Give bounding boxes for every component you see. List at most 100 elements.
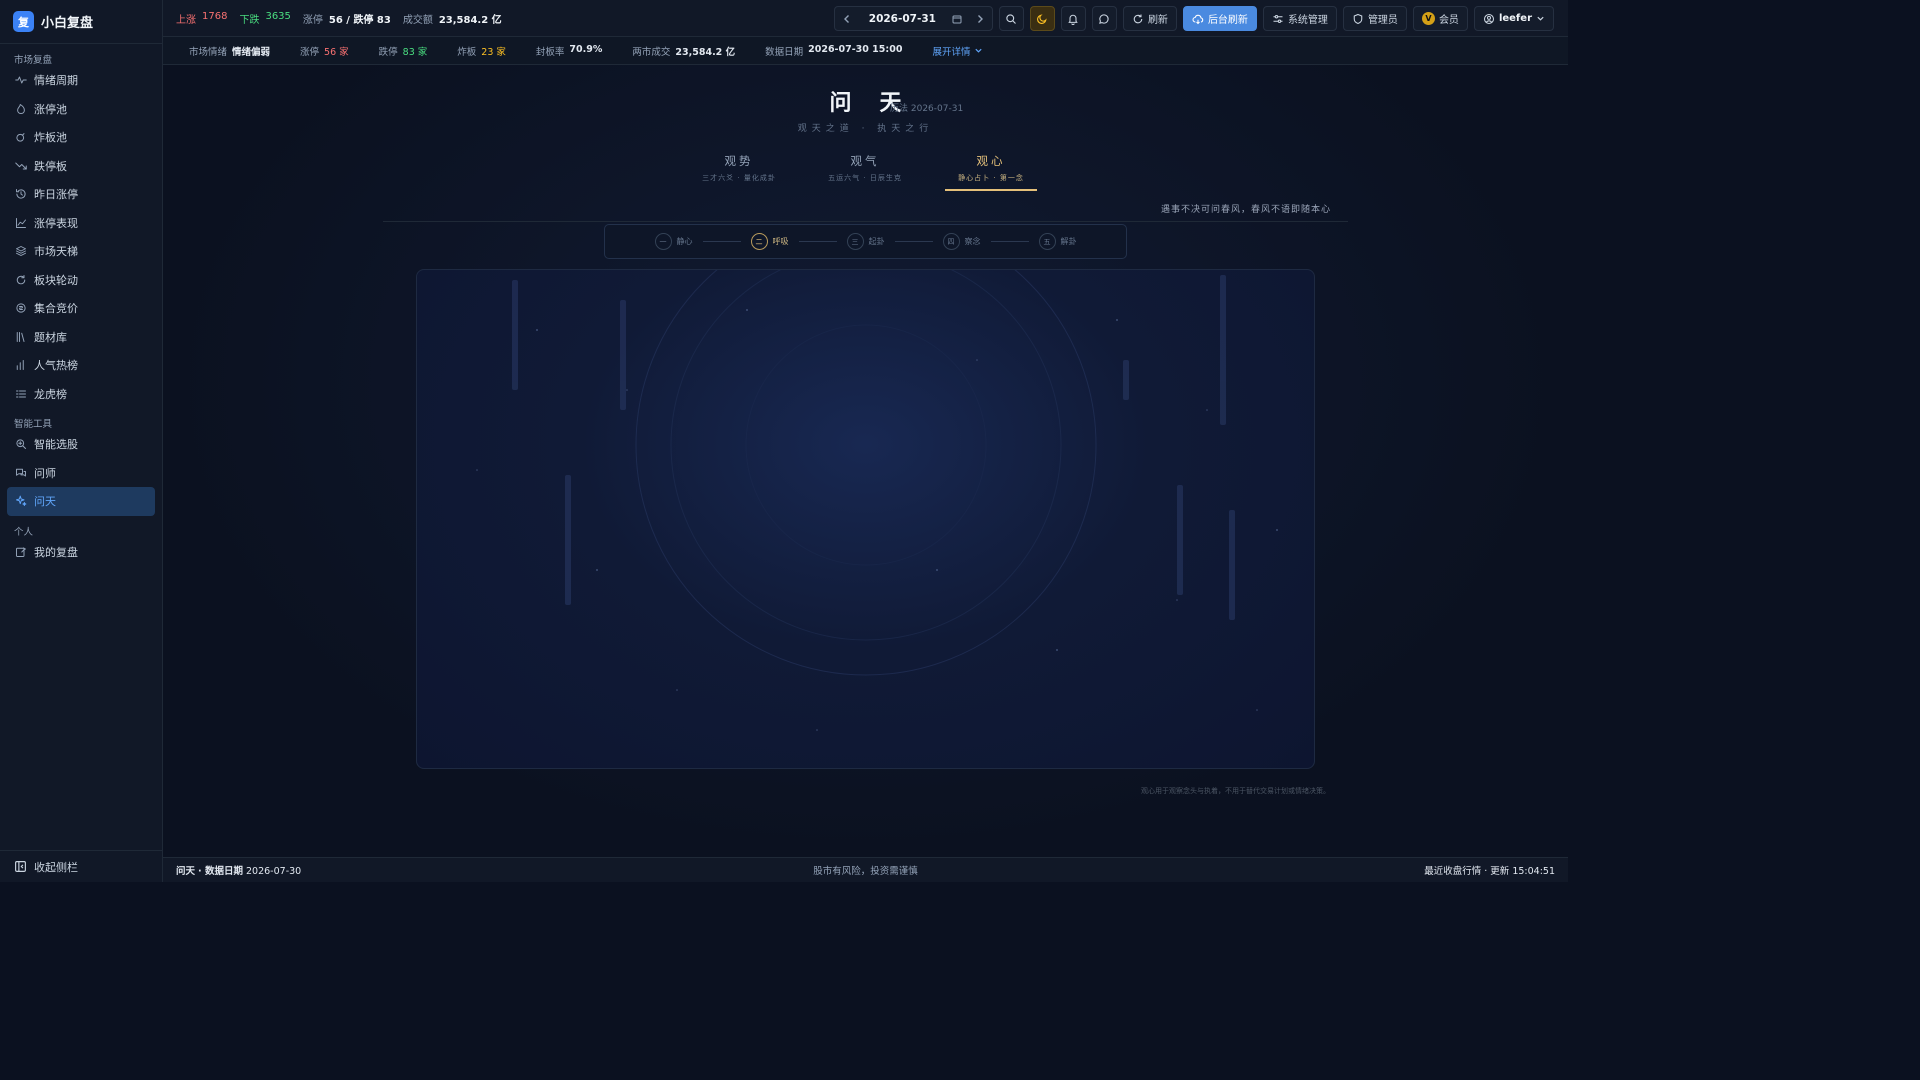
prev-date-button[interactable] (835, 14, 859, 24)
sidebar-item-label: 情绪周期 (34, 74, 78, 88)
mode-tab[interactable]: 观心 静心占卜 · 第一念 (945, 153, 1037, 191)
step-progress: 一 静心 二 呼吸 三 起卦 四 察念 五 解卦 (604, 224, 1127, 259)
step-item[interactable]: 一 静心 (654, 233, 693, 250)
sidebar-item[interactable]: 题材库 (7, 323, 155, 352)
sidebar-item[interactable]: 涨停表现 (7, 209, 155, 238)
footer-update-time: 最近收盘行情 · 更新 15:04:51 (1424, 866, 1555, 877)
footer-left: 问天 · 数据日期 2026-07-30 (163, 863, 301, 877)
step-number: 四 (942, 233, 960, 250)
bomb-icon (15, 131, 27, 143)
shield-icon (1353, 13, 1363, 24)
page-header: 问天 (163, 85, 1568, 117)
sidebar-item[interactable]: 龙虎榜 (7, 380, 155, 409)
step-connector (990, 241, 1029, 242)
sidebar-item[interactable]: 炸板池 (7, 123, 155, 152)
mode-tab[interactable]: 观势 三才六爻 · 量化成卦 (693, 153, 785, 191)
sidebar-item-label: 集合竞价 (34, 302, 78, 316)
history-icon (15, 188, 27, 200)
sidebar-item-label: 昨日涨停 (34, 188, 78, 202)
sidebar-item[interactable]: 人气热榜 (7, 351, 155, 380)
refresh-button[interactable]: 刷新 (1122, 6, 1177, 31)
sidebar-item[interactable]: 集合竞价 (7, 294, 155, 323)
cloud-refresh-icon (1192, 14, 1204, 24)
user-menu-button[interactable]: leefer (1473, 6, 1554, 31)
step-item[interactable]: 二 呼吸 (750, 233, 789, 250)
messages-button[interactable] (1091, 6, 1117, 31)
sidebar-item[interactable]: 问师 (7, 459, 155, 488)
step-label: 起卦 (868, 237, 885, 246)
background-refresh-button[interactable]: 后台刷新 (1182, 6, 1257, 31)
footer-date: 2026-07-30 (246, 866, 302, 877)
market-stats: 上涨 1768 下跌 3635 涨停 56 / 跌停 83 成交额 23,584… (163, 11, 502, 26)
brand-name: 小白复盘 (41, 16, 94, 31)
stat-volume-value: 23,584.2 亿 (438, 14, 502, 26)
next-date-button[interactable] (968, 14, 992, 24)
sidebar-item-label: 我的复盘 (34, 545, 78, 559)
stat-volume-label: 成交额 (402, 14, 433, 26)
sidebar: 复 小白复盘 市场复盘 情绪周期 涨停池 炸板池 跌停板 昨日涨停 涨停表现 市场天梯 板块轮动… (0, 0, 163, 882)
theme-toggle-button[interactable] (1029, 6, 1055, 31)
meditation-canvas[interactable] (416, 269, 1315, 769)
brand-logo: 复 (13, 11, 34, 32)
header-divider (383, 221, 1348, 222)
chat-bubble-icon (1099, 13, 1110, 24)
sidebar-item-label: 跌停板 (34, 159, 67, 173)
sidebar-item[interactable]: 昨日涨停 (7, 180, 155, 209)
step-number: 五 (1038, 233, 1056, 250)
coins-icon (15, 302, 27, 314)
collapse-label: 收起侧栏 (34, 860, 78, 874)
calendar-button[interactable] (946, 14, 968, 24)
step-label: 察念 (964, 237, 981, 246)
system-management-button[interactable]: 系统管理 (1262, 6, 1337, 31)
step-item[interactable]: 三 起卦 (846, 233, 885, 250)
refresh-icon (15, 274, 27, 286)
quote-text: 遇事不决可问春风，春风不语即随本心 (1160, 205, 1331, 215)
sidebar-item[interactable]: 市场天梯 (7, 237, 155, 266)
main-content: 问天 历法 2026-07-31 观天之道 · 执天之行 观势 三才六爻 · 量… (163, 65, 1568, 857)
stat-limit-value: 56 / 跌停 83 (328, 14, 391, 26)
notifications-button[interactable] (1060, 6, 1086, 31)
sidebar-item[interactable]: 跌停板 (7, 152, 155, 181)
sidebar-item[interactable]: 情绪周期 (7, 66, 155, 95)
brand[interactable]: 复 小白复盘 (0, 0, 162, 44)
topbar: 上涨 1768 下跌 3635 涨停 56 / 跌停 83 成交额 23,584… (163, 0, 1568, 37)
sidebar-item[interactable]: 智能选股 (7, 430, 155, 459)
step-item[interactable]: 五 解卦 (1038, 233, 1077, 250)
pulse-icon (15, 74, 27, 86)
data-date-label: 数据日期 (765, 46, 804, 58)
stat-limit-label: 涨停 (302, 14, 323, 26)
background-refresh-label: 后台刷新 (1207, 15, 1248, 26)
calendar-icon (952, 15, 962, 23)
edit-icon (15, 546, 27, 558)
up-limit-value: 56 家 (324, 46, 349, 58)
username: leefer (1498, 13, 1532, 24)
library-icon (15, 331, 27, 343)
search-button[interactable] (998, 6, 1024, 31)
stat-volume: 成交额 23,584.2 亿 (403, 11, 502, 26)
sidebar-item-label: 涨停池 (34, 102, 67, 116)
summary-mood: 市场情绪 情绪偏弱 (189, 44, 270, 58)
expand-details-label: 展开详情 (932, 46, 971, 58)
admin-badge[interactable]: 管理员 (1342, 6, 1407, 31)
collapse-sidebar-button[interactable]: 收起侧栏 (0, 850, 163, 882)
tab-subtitle: 五运六气 · 日辰生克 (828, 174, 902, 182)
mode-tab[interactable]: 观气 五运六气 · 日辰生克 (819, 153, 911, 191)
sidebar-item[interactable]: 问天 (7, 487, 155, 516)
current-date[interactable]: 2026-07-31 (859, 13, 946, 25)
vip-badge[interactable]: V 会员 (1412, 6, 1468, 31)
sparkles-icon (15, 495, 27, 507)
sidebar-item[interactable]: 我的复盘 (7, 538, 155, 567)
sidebar-item-label: 炸板池 (34, 131, 67, 145)
sidebar-item[interactable]: 涨停池 (7, 95, 155, 124)
flame-icon (15, 103, 27, 115)
step-item[interactable]: 四 察念 (942, 233, 981, 250)
step-connector (894, 241, 933, 242)
stat-up: 上涨 1768 (176, 11, 227, 26)
search-plus-icon (15, 438, 27, 450)
sidebar-item-label: 问师 (34, 466, 56, 480)
refresh-label: 刷新 (1147, 15, 1168, 26)
summary-down-limit: 跌停 83 家 (379, 44, 428, 58)
expand-details-button[interactable]: 展开详情 (932, 44, 983, 58)
sidebar-item[interactable]: 板块轮动 (7, 266, 155, 295)
seal-rate-label: 封板率 (535, 46, 565, 58)
